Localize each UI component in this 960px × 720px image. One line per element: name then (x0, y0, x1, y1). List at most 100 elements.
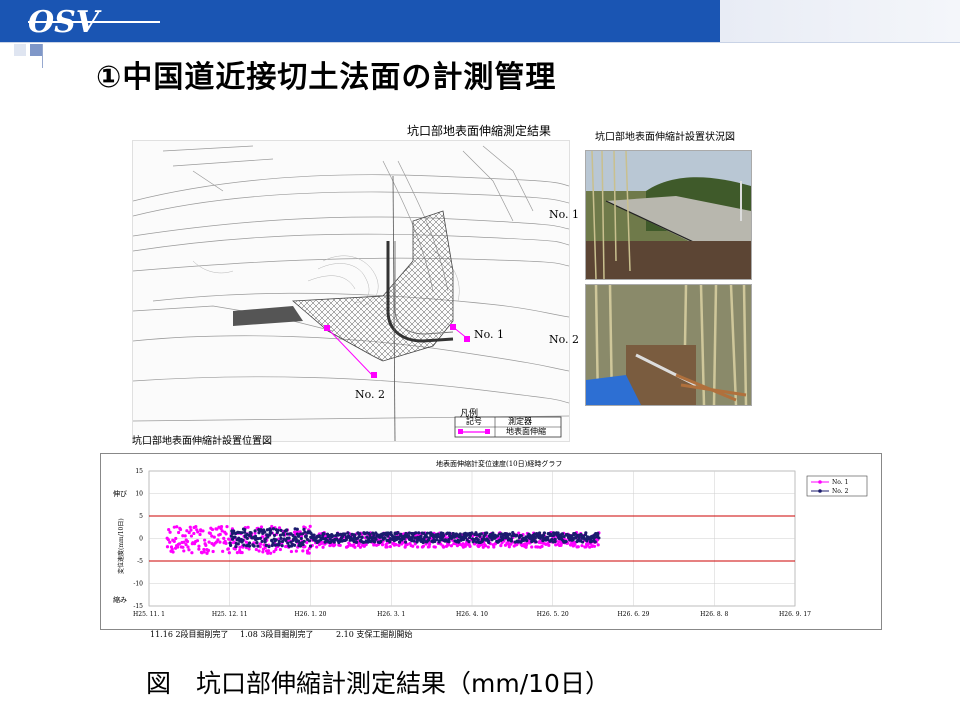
series-1-point (178, 527, 183, 532)
series-1-point (576, 545, 580, 549)
series-2-point (279, 536, 283, 540)
series-1-point (174, 536, 178, 541)
series-2-point (280, 544, 284, 548)
series-2-point (447, 540, 451, 544)
series-1-point (175, 525, 179, 529)
series-1-point (492, 545, 496, 549)
x-tick-label: H25. 11. 1 (133, 611, 165, 618)
series-1-point (592, 544, 597, 548)
series-1-point (218, 532, 222, 536)
series-1-point (182, 549, 186, 553)
series-2-point (553, 537, 557, 541)
deco-square-light (14, 44, 26, 56)
series-2-point (485, 531, 489, 535)
header-bar: OSV (0, 0, 720, 42)
series-2-point (247, 544, 252, 548)
series-2-point (388, 540, 392, 544)
series-2-point (252, 544, 256, 548)
series-1-point (254, 547, 258, 552)
series-2-point (234, 544, 238, 549)
series-1-point (547, 543, 551, 547)
series-1-point (186, 545, 190, 549)
series-1-point (177, 530, 181, 535)
series-2-point (304, 534, 308, 538)
series-2-point (525, 539, 529, 543)
chart-legend: No. 1 No. 2 (806, 475, 868, 497)
series-2-point (470, 531, 474, 535)
header-fade (720, 0, 960, 42)
series-1-point (301, 549, 305, 553)
series-2-point (253, 529, 257, 533)
series-2-point (247, 541, 252, 545)
series-2-point (476, 538, 480, 542)
series-1-point (227, 551, 231, 555)
y-tick-label: -10 (133, 581, 143, 588)
series-1-point (210, 527, 215, 532)
series-1-point (247, 547, 251, 551)
x-tick-label: H26. 5. 20 (537, 611, 569, 618)
series-1-point (499, 544, 503, 548)
series-2-point (307, 539, 312, 543)
series-1-point (596, 543, 600, 547)
series-1-point (294, 549, 298, 553)
series-2-point (276, 528, 280, 533)
series-2-point (358, 532, 362, 536)
map-label-no2-bottom: No. 2 (355, 388, 386, 401)
series-2-point (542, 531, 547, 535)
chart-svg: 地表面伸縮計変位速度(10日)経時グラフ 151050-5-10-15H25. … (113, 459, 868, 618)
series-1-point (397, 543, 401, 548)
series-2-point (593, 540, 597, 544)
series-2-point (509, 537, 513, 541)
header-divider (0, 42, 960, 43)
chart-annotation-3: 2.10 支保工掘削開始 (336, 630, 413, 639)
bamboo-forest-photo (585, 284, 752, 406)
y-tick-label: 15 (135, 468, 143, 475)
x-tick-label: H26. 4. 10 (456, 611, 488, 618)
series-2-point (434, 538, 439, 542)
series-2-point (267, 544, 271, 549)
series-1-point (168, 540, 172, 544)
series-1-point (411, 544, 415, 548)
legend-series-1: No. 1 (832, 479, 848, 486)
series-1-point (441, 545, 446, 549)
series-2-point (260, 539, 264, 543)
y-tick-label: 10 (135, 491, 143, 498)
series-1-point (198, 532, 202, 537)
series-1-point (197, 547, 201, 551)
series-1-point (449, 544, 454, 548)
series-1-point (266, 549, 271, 553)
legend-col-symbol: 記号 (466, 417, 482, 426)
series-2-point (243, 530, 247, 534)
slide-title: ①中国道近接切土法面の計測管理 (96, 60, 557, 95)
series-1-point (530, 545, 534, 549)
map-label-no2-right: No. 2 (549, 333, 580, 346)
series-2-point (396, 531, 400, 535)
series-2-point (274, 538, 278, 542)
series-1-point (207, 540, 211, 544)
series-1-point (338, 543, 342, 548)
x-tick-label: H26. 6. 29 (618, 611, 650, 618)
series-2-point (285, 532, 290, 536)
series-2-point (241, 538, 245, 543)
series-1-point (540, 544, 544, 549)
series-2-point (487, 540, 491, 545)
series-2-point (285, 528, 289, 532)
series-1-point (486, 545, 490, 549)
x-tick-label: H26. 8. 8 (700, 611, 728, 618)
series-2-point (441, 533, 446, 538)
series-2-point (515, 533, 519, 538)
series-1-point (165, 545, 170, 549)
series-1-point (208, 531, 212, 536)
series-2-point (479, 532, 483, 536)
series-1-point (268, 551, 273, 555)
series-1-point (190, 551, 194, 555)
series-1-point (240, 550, 244, 555)
series-2-point (243, 527, 247, 532)
series-1-point (195, 539, 200, 543)
series-2-point (263, 530, 267, 534)
series-2-point (436, 533, 440, 537)
series-1-point (321, 545, 325, 549)
series-2-point (368, 533, 372, 537)
series-1-point (224, 532, 228, 536)
series-2-point (295, 527, 299, 531)
